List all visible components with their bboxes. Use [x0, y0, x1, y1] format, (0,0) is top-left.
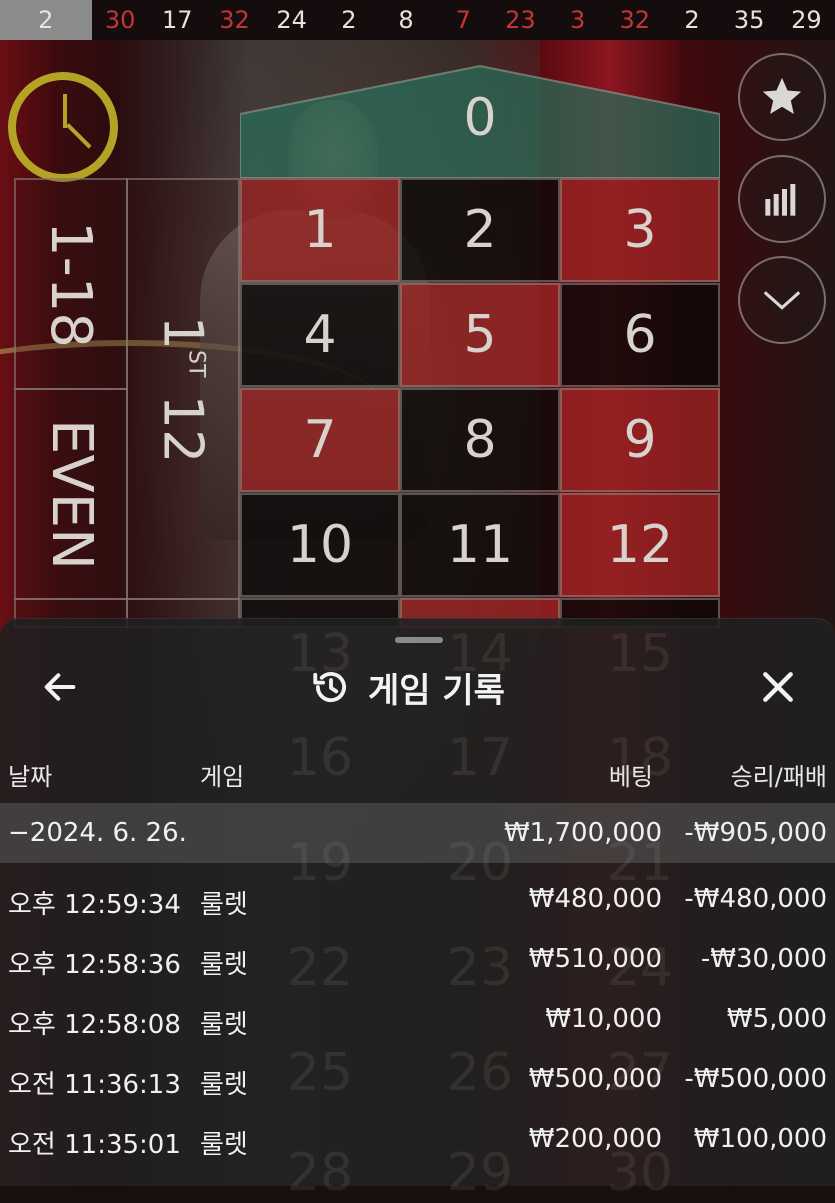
low-bet-label: 1-18: [38, 220, 104, 348]
row-win-loss: -₩30,000: [700, 944, 827, 974]
clock-icon: [8, 72, 118, 182]
bet-number[interactable]: 11: [400, 493, 560, 597]
row-game: 룰렛: [200, 1130, 248, 1160]
table-row[interactable]: 오후 12:59:34 룰렛 ₩480,000 -₩480,000: [0, 869, 835, 929]
row-bet: ₩480,000: [528, 884, 662, 914]
row-time: 오전 11:36:13: [8, 1070, 181, 1100]
history-icon: [313, 672, 347, 703]
group-bet-total: ₩1,700,000: [503, 818, 662, 848]
back-button[interactable]: [38, 665, 82, 709]
result-item: 17: [162, 6, 193, 34]
favorite-button[interactable]: [738, 53, 826, 141]
even-bet-label: EVEN: [38, 418, 104, 570]
bet-number[interactable]: 12: [560, 493, 720, 597]
bet-number[interactable]: 9: [560, 388, 720, 492]
row-game: 룰렛: [200, 1070, 248, 1100]
row-time: 오후 12:59:34: [8, 890, 181, 920]
bet-number[interactable]: 6: [560, 283, 720, 387]
date-group-row[interactable]: −2024. 6. 26. ₩1,700,000 -₩905,000: [0, 803, 835, 863]
result-item: 30: [104, 6, 136, 34]
close-icon: [763, 672, 793, 702]
bet-number[interactable]: 5: [400, 283, 560, 387]
result-item: 8: [398, 6, 414, 34]
row-time: 오전 11:35:01: [8, 1130, 181, 1160]
column-win-loss: 승리/패배: [730, 763, 827, 791]
zero-label: 0: [463, 88, 497, 148]
sheet-title-group: 게임 기록: [310, 659, 505, 715]
first-dozen-label: 1ST 12: [151, 315, 215, 463]
bet-number[interactable]: 8: [400, 388, 560, 492]
last-result: 2: [0, 0, 92, 40]
result-item: 2: [684, 6, 700, 34]
table-row[interactable]: 오전 11:35:01 룰렛 ₩200,000 ₩100,000: [0, 1109, 835, 1169]
result-item: 32: [219, 6, 250, 34]
row-win-loss: ₩5,000: [726, 1004, 827, 1034]
bet-first-dozen[interactable]: 1ST 12: [126, 178, 240, 600]
collapse-button[interactable]: [738, 256, 826, 344]
result-item: 35: [733, 6, 765, 34]
bet-number[interactable]: 10: [240, 493, 400, 597]
bet-zero[interactable]: 0: [240, 64, 720, 178]
bet-number[interactable]: 3: [560, 178, 720, 282]
column-bet: 베팅: [608, 763, 653, 791]
sheet-header: 게임 기록: [0, 659, 835, 715]
game-history-sheet: 게임 기록 날짜 게임 베팅 승리/패배 −2024. 6. 26. ₩1,70…: [0, 618, 835, 1186]
row-win-loss: -₩480,000: [684, 884, 827, 914]
group-win-loss-total: -₩905,000: [684, 818, 827, 848]
row-time: 오후 12:58:36: [8, 950, 181, 980]
row-game: 룰렛: [200, 950, 248, 980]
result-item: 29: [791, 6, 822, 34]
table-row[interactable]: 오전 11:36:13 룰렛 ₩500,000 -₩500,000: [0, 1049, 835, 1109]
result-item: 24: [276, 6, 307, 34]
arrow-left-icon: [44, 673, 76, 701]
row-bet: ₩500,000: [528, 1064, 662, 1094]
result-item: 2: [341, 6, 357, 34]
row-win-loss: ₩100,000: [693, 1124, 827, 1154]
bet-low-1-18[interactable]: 1-18: [14, 178, 128, 390]
bet-number[interactable]: 7: [240, 388, 400, 492]
close-button[interactable]: [756, 665, 800, 709]
row-time: 오후 12:58:08: [8, 1010, 181, 1040]
column-game: 게임: [200, 763, 245, 791]
statistics-button[interactable]: [738, 155, 826, 243]
sheet-drag-handle[interactable]: [395, 637, 443, 643]
result-item: 7: [455, 6, 471, 34]
row-bet: ₩10,000: [545, 1004, 662, 1034]
bet-number[interactable]: 2: [400, 178, 560, 282]
row-bet: ₩510,000: [528, 944, 662, 974]
result-item: 23: [505, 6, 536, 34]
recent-results-strip: 2 30 17 32 24 2 8 7 23 3 32 2 35 29: [0, 0, 835, 40]
result-item: 32: [619, 6, 651, 34]
result-item: 3: [569, 6, 586, 34]
bet-number[interactable]: 4: [240, 283, 400, 387]
group-date: −2024. 6. 26.: [8, 818, 187, 848]
column-date: 날짜: [8, 763, 53, 791]
row-bet: ₩200,000: [528, 1124, 662, 1154]
table-row[interactable]: 오후 12:58:36 룰렛 ₩510,000 -₩30,000: [0, 929, 835, 989]
chevron-down-icon: [763, 291, 801, 310]
table-header: 날짜 게임 베팅 승리/패배: [0, 757, 835, 797]
bar-chart-icon: [765, 184, 796, 216]
row-game: 룰렛: [200, 1010, 248, 1040]
row-game: 룰렛: [200, 890, 248, 920]
bet-number[interactable]: 1: [240, 178, 400, 282]
bet-even[interactable]: EVEN: [14, 388, 128, 600]
row-win-loss: -₩500,000: [684, 1064, 827, 1094]
table-row[interactable]: 오후 12:58:08 룰렛 ₩10,000 ₩5,000: [0, 989, 835, 1049]
sheet-title: 게임 기록: [368, 670, 505, 711]
star-icon: [762, 77, 802, 115]
